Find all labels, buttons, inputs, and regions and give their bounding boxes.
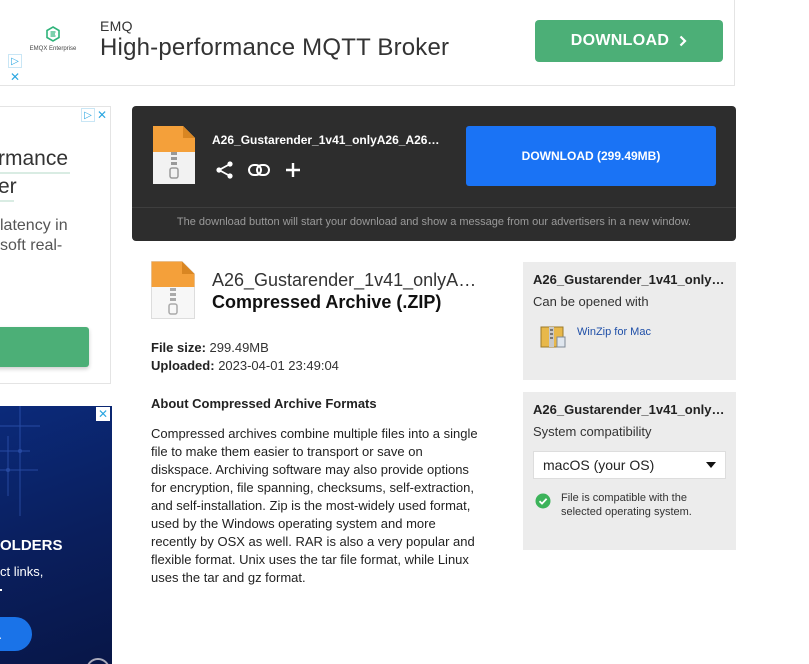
uploaded-label: Uploaded:	[151, 358, 215, 373]
ad-circle-icon	[86, 658, 110, 664]
left-advertisement-2[interactable]: OLDERS ct links, . ✕	[0, 406, 112, 664]
ad-cta-label: .	[0, 626, 2, 642]
compatibility-box: A26_Gustarender_1v41_onlyA26_A26_Gustare…	[523, 392, 736, 550]
open-with-title: A26_Gustarender_1v41_onlyA26_A26_Gustare…	[533, 272, 726, 287]
download-file-name: A26_Gustarender_1v41_onlyA26_A26_Gustare…	[212, 133, 442, 147]
heading-underline	[0, 172, 70, 174]
ad-body: ct links,	[0, 564, 44, 579]
ad-download-label: DOWNLOAD	[570, 32, 670, 49]
link-icon[interactable]	[248, 159, 270, 181]
compatibility-title: A26_Gustarender_1v41_onlyA26_A26_Gustare…	[533, 402, 726, 417]
app-item-winzip[interactable]: WinZip for Mac	[539, 323, 726, 351]
download-panel: A26_Gustarender_1v41_onlyA26_A26_Gustare…	[132, 106, 736, 241]
chevron-right-icon	[679, 35, 687, 47]
close-ad-icon[interactable]: ✕	[8, 70, 22, 84]
emqx-logo: EMQX Enterprise	[28, 26, 78, 58]
zip-file-icon	[151, 261, 195, 324]
uploaded-value: 2023-04-01 23:49:04	[218, 358, 339, 373]
ad-cta-button[interactable]: .	[0, 617, 32, 651]
about-heading: About Compressed Archive Formats	[151, 396, 377, 411]
ad-heading-line2: er	[0, 175, 17, 198]
file-type: Compressed Archive (.ZIP)	[212, 292, 442, 312]
compatibility-status: File is compatible with the selected ope…	[535, 491, 726, 519]
ad-headline[interactable]: High-performance MQTT Broker	[100, 34, 449, 62]
os-select[interactable]: macOS (your OS)	[533, 451, 726, 479]
top-advertisement[interactable]: EMQX Enterprise EMQ High-performance MQT…	[0, 0, 735, 86]
file-size-value: 299.49MB	[209, 340, 269, 355]
ad-cta-button[interactable]	[0, 327, 89, 367]
download-button[interactable]: DOWNLOAD (299.49MB)	[466, 126, 716, 186]
ad-body-line1: latency in	[0, 217, 68, 234]
open-with-box: A26_Gustarender_1v41_onlyA26_A26_Gustare…	[523, 262, 736, 380]
compatibility-status-text: File is compatible with the selected ope…	[561, 492, 692, 518]
emqx-logo-text: EMQX Enterprise	[29, 46, 77, 52]
adchoices-icon[interactable]: ▷	[81, 108, 95, 122]
adchoices-icon[interactable]: ▷	[8, 54, 22, 68]
winzip-link[interactable]: WinZip for Mac	[577, 326, 651, 338]
close-ad-icon[interactable]: ✕	[96, 407, 110, 421]
caret-down-icon	[706, 462, 716, 468]
winzip-icon	[540, 326, 566, 348]
compatibility-subtitle: System compatibility	[533, 424, 652, 439]
file-name: A26_Gustarender_1v41_onlyA26_A26_Gustare…	[212, 270, 477, 290]
add-icon[interactable]	[282, 159, 304, 181]
ad-body-line2: soft real-	[0, 237, 63, 254]
ad-download-button[interactable]: DOWNLOAD	[535, 20, 723, 62]
emqx-logo-icon	[46, 26, 60, 42]
ad-bullet	[0, 589, 2, 591]
open-with-subtitle: Can be opened with	[533, 294, 649, 309]
left-advertisement-1[interactable]: rmance er latency in soft real- ▷ ✕	[0, 106, 111, 384]
close-ad-icon[interactable]: ✕	[95, 108, 109, 122]
circuit-pattern-icon	[0, 406, 40, 516]
ad-heading-line1: rmance	[0, 147, 69, 170]
uploaded-row: Uploaded: 2023-04-01 23:49:04	[151, 358, 339, 373]
file-actions	[214, 159, 304, 181]
panel-divider	[132, 207, 736, 208]
ad-title: OLDERS	[0, 537, 63, 554]
download-notice: The download button will start your down…	[176, 216, 692, 228]
check-circle-icon	[535, 493, 551, 509]
file-size-label: File size:	[151, 340, 206, 355]
zip-file-icon	[153, 126, 195, 189]
file-size-row: File size: 299.49MB	[151, 340, 269, 355]
share-icon[interactable]	[214, 159, 236, 181]
ad-brand: EMQ	[100, 18, 133, 34]
heading-underline	[0, 200, 14, 202]
os-select-value: macOS (your OS)	[543, 457, 655, 473]
about-text: Compressed archives combine multiple fil…	[151, 426, 478, 585]
